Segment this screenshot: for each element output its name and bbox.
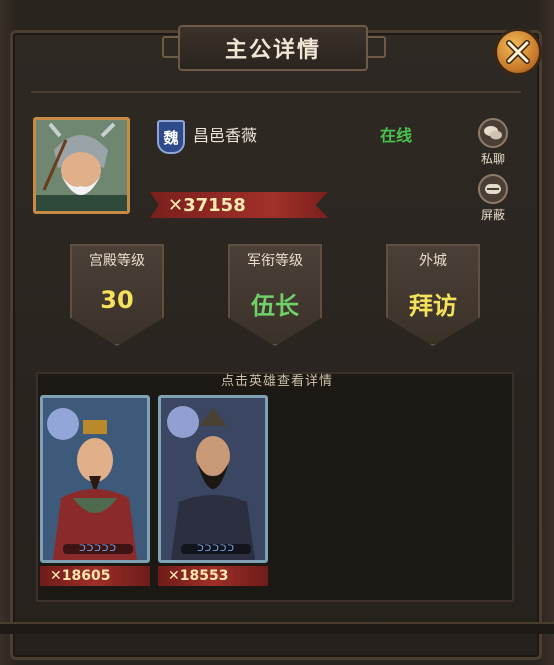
crossed-swords-icon: ✕: [168, 568, 180, 584]
rank-level-value: 伍长: [251, 292, 299, 320]
kingdom-badge: 魏: [157, 120, 185, 154]
hero-power: ✕ 18605: [40, 566, 150, 586]
header-divider: [31, 91, 521, 93]
bottom-rail: [0, 622, 554, 634]
title-ornament-right: [366, 36, 386, 58]
dialog-title: 主公详情: [178, 25, 368, 71]
player-name: 昌邑香薇: [193, 126, 258, 145]
hero-power: ✕ 18553: [158, 566, 268, 586]
player-power: ✕37158: [168, 195, 246, 216]
crossed-swords-icon: ✕: [50, 568, 62, 584]
palace-level-label: 宫殿等级: [89, 253, 145, 269]
player-power-value: 37158: [183, 195, 246, 216]
hero-portrait-icon: [161, 398, 265, 560]
hero-stars: ᑐᑐᑐᑐᑐ: [63, 544, 133, 554]
rank-level-label: 军衔等级: [247, 253, 303, 269]
block-label[interactable]: 屏蔽: [473, 206, 513, 223]
close-icon: [506, 40, 530, 64]
hero-card[interactable]: ᑐᑐᑐᑐᑐ: [40, 395, 150, 563]
visit-button[interactable]: 拜访: [386, 286, 480, 321]
crossed-swords-icon: ✕: [168, 195, 184, 216]
chat-bubble-icon: [484, 126, 502, 140]
hero-hint: 点击英雄查看详情: [220, 374, 333, 389]
block-button[interactable]: [478, 174, 508, 204]
close-button[interactable]: [494, 28, 542, 76]
block-icon: [485, 184, 501, 194]
online-status: 在线: [380, 126, 413, 145]
general-portrait-icon: [36, 120, 127, 211]
player-avatar[interactable]: [33, 117, 130, 214]
outer-city-stat[interactable]: 外城 拜访: [386, 244, 480, 346]
outer-city-label: 外城: [419, 253, 447, 269]
hero-stars: ᑐᑐᑐᑐᑐ: [181, 544, 251, 554]
rank-level-stat: 军衔等级 伍长: [228, 244, 322, 346]
hero-portrait-icon: [43, 398, 147, 560]
private-chat-button[interactable]: [478, 118, 508, 148]
palace-level-value: 30: [100, 286, 134, 314]
hero-power-value: 18553: [179, 568, 229, 584]
hero-card[interactable]: ᑐᑐᑐᑐᑐ: [158, 395, 268, 563]
palace-level-stat: 宫殿等级 30: [70, 244, 164, 346]
private-chat-label[interactable]: 私聊: [473, 150, 513, 167]
hero-power-value: 18605: [61, 568, 111, 584]
